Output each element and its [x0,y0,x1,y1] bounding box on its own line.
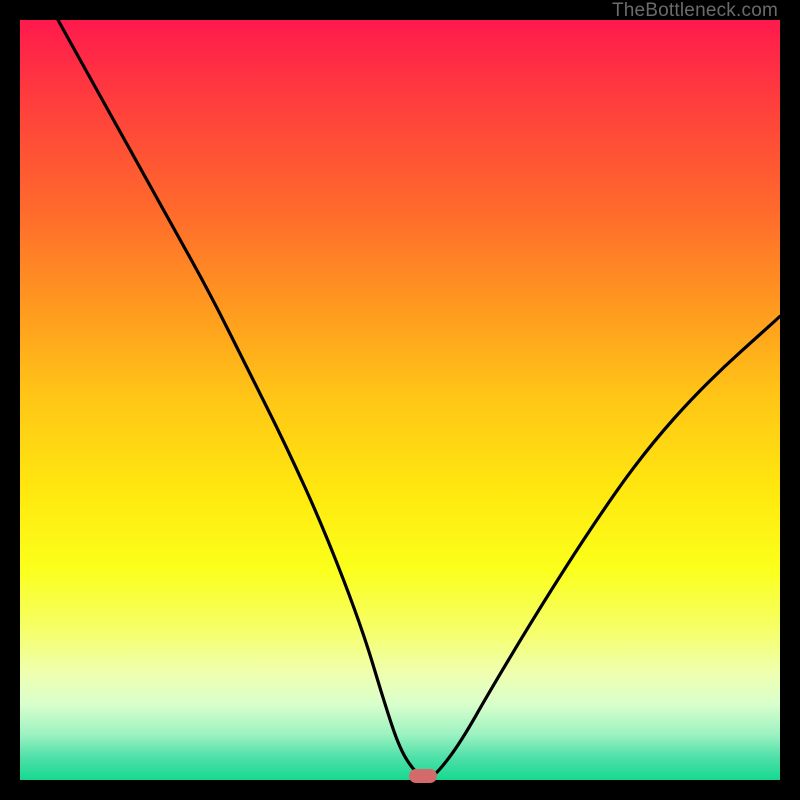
optimal-point-marker [409,769,437,783]
watermark-text: TheBottleneck.com [612,0,778,22]
bottleneck-curve [20,20,780,780]
chart-frame: TheBottleneck.com [0,0,800,800]
